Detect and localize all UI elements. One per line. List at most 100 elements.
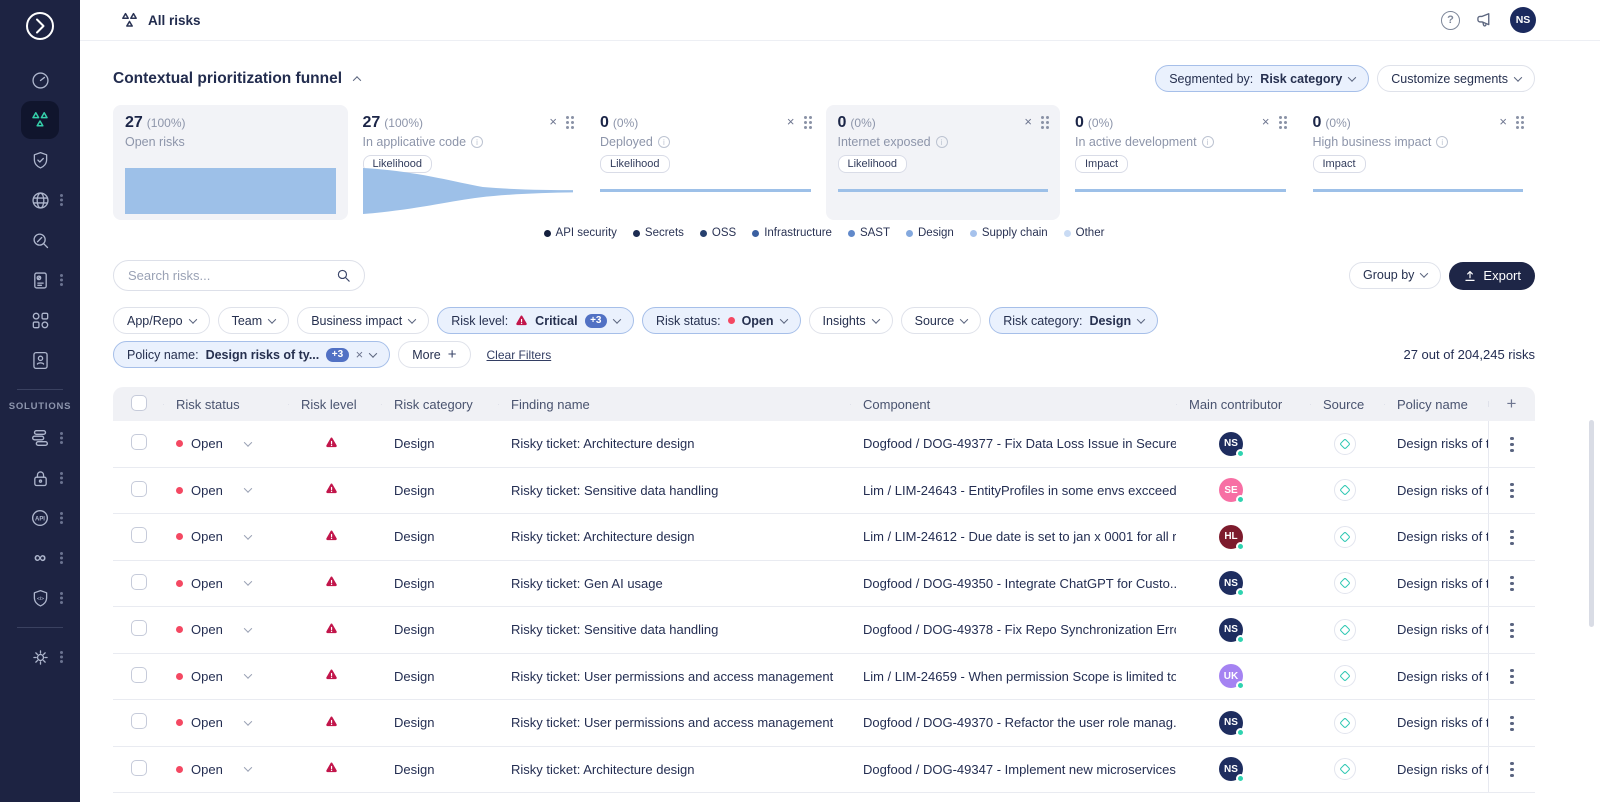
source-icon[interactable]	[1334, 433, 1356, 455]
table-row[interactable]: Open Design Risky ticket: Architecture d…	[113, 747, 1535, 794]
segment-internet-exposed[interactable]: 0(0%) Internet exposedi Likelihood ×	[826, 105, 1061, 220]
table-row[interactable]: Open Design Risky ticket: Sensitive data…	[113, 607, 1535, 654]
sidebar-item-cicd[interactable]: ∞	[0, 538, 80, 578]
sidebar-item-settings[interactable]	[0, 637, 80, 677]
sidebar-item-risks[interactable]	[0, 100, 80, 140]
chevron-down-icon[interactable]	[244, 671, 252, 679]
component-link[interactable]: Lim / LIM-24612 - Due date is set to jan…	[863, 529, 1176, 544]
chevron-down-icon[interactable]	[244, 717, 252, 725]
column-risk-level[interactable]: Risk level	[288, 397, 381, 412]
info-icon[interactable]: i	[936, 136, 948, 148]
collapse-chevron-icon[interactable]	[353, 76, 361, 84]
help-icon[interactable]: ?	[1441, 11, 1460, 30]
kebab-icon[interactable]	[60, 432, 63, 435]
finding-name-link[interactable]: Risky ticket: User permissions and acces…	[511, 669, 833, 684]
chevron-down-icon[interactable]	[244, 578, 252, 586]
vertical-scrollbar[interactable]	[1589, 420, 1594, 627]
source-icon[interactable]	[1334, 619, 1356, 641]
row-checkbox[interactable]	[131, 481, 147, 497]
table-row[interactable]: Open Design Risky ticket: Gen AI usage D…	[113, 561, 1535, 608]
info-icon[interactable]: i	[658, 136, 670, 148]
segment-high-business-impact[interactable]: 0(0%) High business impacti Impact ×	[1301, 105, 1536, 220]
kebab-menu-icon[interactable]	[1504, 528, 1520, 546]
megaphone-icon[interactable]	[1475, 10, 1495, 30]
component-link[interactable]: Dogfood / DOG-49378 - Fix Repo Synchroni…	[863, 622, 1176, 637]
sidebar-item-integrations[interactable]	[0, 300, 80, 340]
kebab-icon[interactable]	[60, 651, 63, 654]
row-checkbox[interactable]	[131, 620, 147, 636]
contributor-avatar[interactable]: NS	[1219, 757, 1243, 781]
close-icon[interactable]: ×	[1262, 116, 1270, 127]
contributor-avatar[interactable]: HL	[1219, 525, 1243, 549]
more-filters-button[interactable]: More +	[398, 341, 470, 368]
filter-team[interactable]: Team	[218, 307, 290, 334]
column-risk-status[interactable]: Risk status	[163, 397, 288, 412]
finding-name-link[interactable]: Risky ticket: Architecture design	[511, 762, 695, 777]
group-by-dropdown[interactable]: Group by	[1349, 262, 1441, 289]
filter-risk-category[interactable]: Risk category: Design	[989, 307, 1158, 334]
column-source[interactable]: Source	[1310, 397, 1384, 412]
close-icon[interactable]: ×	[1024, 116, 1032, 127]
segment-in-applicative-code[interactable]: 27(100%) In applicative codei Likelihood…	[351, 105, 586, 220]
close-icon[interactable]: ×	[787, 116, 795, 127]
component-link[interactable]: Lim / LIM-24643 - EntityProfiles in some…	[863, 483, 1176, 498]
filter-policy-name[interactable]: Policy name: Design risks of ty... +3 ×	[113, 341, 390, 368]
app-logo[interactable]	[20, 6, 60, 46]
filter-risk-level[interactable]: Risk level: Critical +3	[437, 307, 634, 334]
column-finding-name[interactable]: Finding name	[498, 397, 850, 412]
row-checkbox[interactable]	[131, 713, 147, 729]
contributor-avatar[interactable]: NS	[1219, 711, 1243, 735]
row-checkbox[interactable]	[131, 667, 147, 683]
drag-handle-icon[interactable]	[1041, 116, 1049, 129]
add-column-button[interactable]: +	[1488, 394, 1535, 414]
contributor-avatar[interactable]: NS	[1219, 432, 1243, 456]
component-link[interactable]: Dogfood / DOG-49350 - Integrate ChatGPT …	[863, 576, 1176, 591]
finding-name-link[interactable]: Risky ticket: Sensitive data handling	[511, 483, 718, 498]
row-checkbox[interactable]	[131, 760, 147, 776]
info-icon[interactable]: i	[1436, 136, 1448, 148]
segment-in-active-development[interactable]: 0(0%) In active developmenti Impact ×	[1063, 105, 1298, 220]
kebab-icon[interactable]	[60, 512, 63, 515]
chevron-down-icon[interactable]	[244, 764, 252, 772]
table-row[interactable]: Open Design Risky ticket: Sensitive data…	[113, 468, 1535, 515]
sidebar-item-workflows[interactable]	[0, 340, 80, 380]
kebab-icon[interactable]	[60, 194, 63, 197]
kebab-icon[interactable]	[60, 552, 63, 555]
table-row[interactable]: Open Design Risky ticket: User permissio…	[113, 654, 1535, 701]
sidebar-item-explore[interactable]	[0, 220, 80, 260]
user-avatar[interactable]: NS	[1510, 7, 1536, 33]
source-icon[interactable]	[1334, 526, 1356, 548]
component-link[interactable]: Dogfood / DOG-49370 - Refactor the user …	[863, 715, 1176, 730]
sidebar-item-inventory[interactable]	[0, 180, 80, 220]
drag-handle-icon[interactable]	[804, 116, 812, 129]
column-component[interactable]: Component	[850, 397, 1176, 412]
customize-segments-dropdown[interactable]: Customize segments	[1377, 65, 1535, 92]
component-link[interactable]: Dogfood / DOG-49377 - Fix Data Loss Issu…	[863, 436, 1176, 451]
sidebar-item-appsec[interactable]: </>	[0, 578, 80, 618]
segmented-by-dropdown[interactable]: Segmented by: Risk category	[1155, 65, 1369, 92]
kebab-menu-icon[interactable]	[1504, 481, 1520, 499]
segment-open-risks[interactable]: 27(100%) Open risks	[113, 105, 348, 220]
table-row[interactable]: Open Design Risky ticket: Architecture d…	[113, 514, 1535, 561]
sidebar-item-dashboard[interactable]	[0, 60, 80, 100]
clear-filters-link[interactable]: Clear Filters	[487, 348, 552, 362]
finding-name-link[interactable]: Risky ticket: User permissions and acces…	[511, 715, 833, 730]
finding-name-link[interactable]: Risky ticket: Architecture design	[511, 436, 695, 451]
info-icon[interactable]: i	[471, 136, 483, 148]
chevron-down-icon[interactable]	[244, 485, 252, 493]
filter-risk-status[interactable]: Risk status: Open	[642, 307, 801, 334]
row-checkbox[interactable]	[131, 527, 147, 543]
source-icon[interactable]	[1334, 665, 1356, 687]
kebab-menu-icon[interactable]	[1504, 667, 1520, 685]
table-row[interactable]: Open Design Risky ticket: User permissio…	[113, 700, 1535, 747]
sidebar-item-posture[interactable]	[0, 140, 80, 180]
funnel-title-group[interactable]: Contextual prioritization funnel	[113, 70, 360, 88]
kebab-icon[interactable]	[60, 274, 63, 277]
source-icon[interactable]	[1334, 479, 1356, 501]
search-input[interactable]	[128, 268, 335, 283]
drag-handle-icon[interactable]	[1279, 116, 1287, 129]
sidebar-item-sca[interactable]	[0, 418, 80, 458]
info-icon[interactable]: i	[1202, 136, 1214, 148]
drag-handle-icon[interactable]	[1516, 116, 1524, 129]
filter-insights[interactable]: Insights	[809, 307, 893, 334]
